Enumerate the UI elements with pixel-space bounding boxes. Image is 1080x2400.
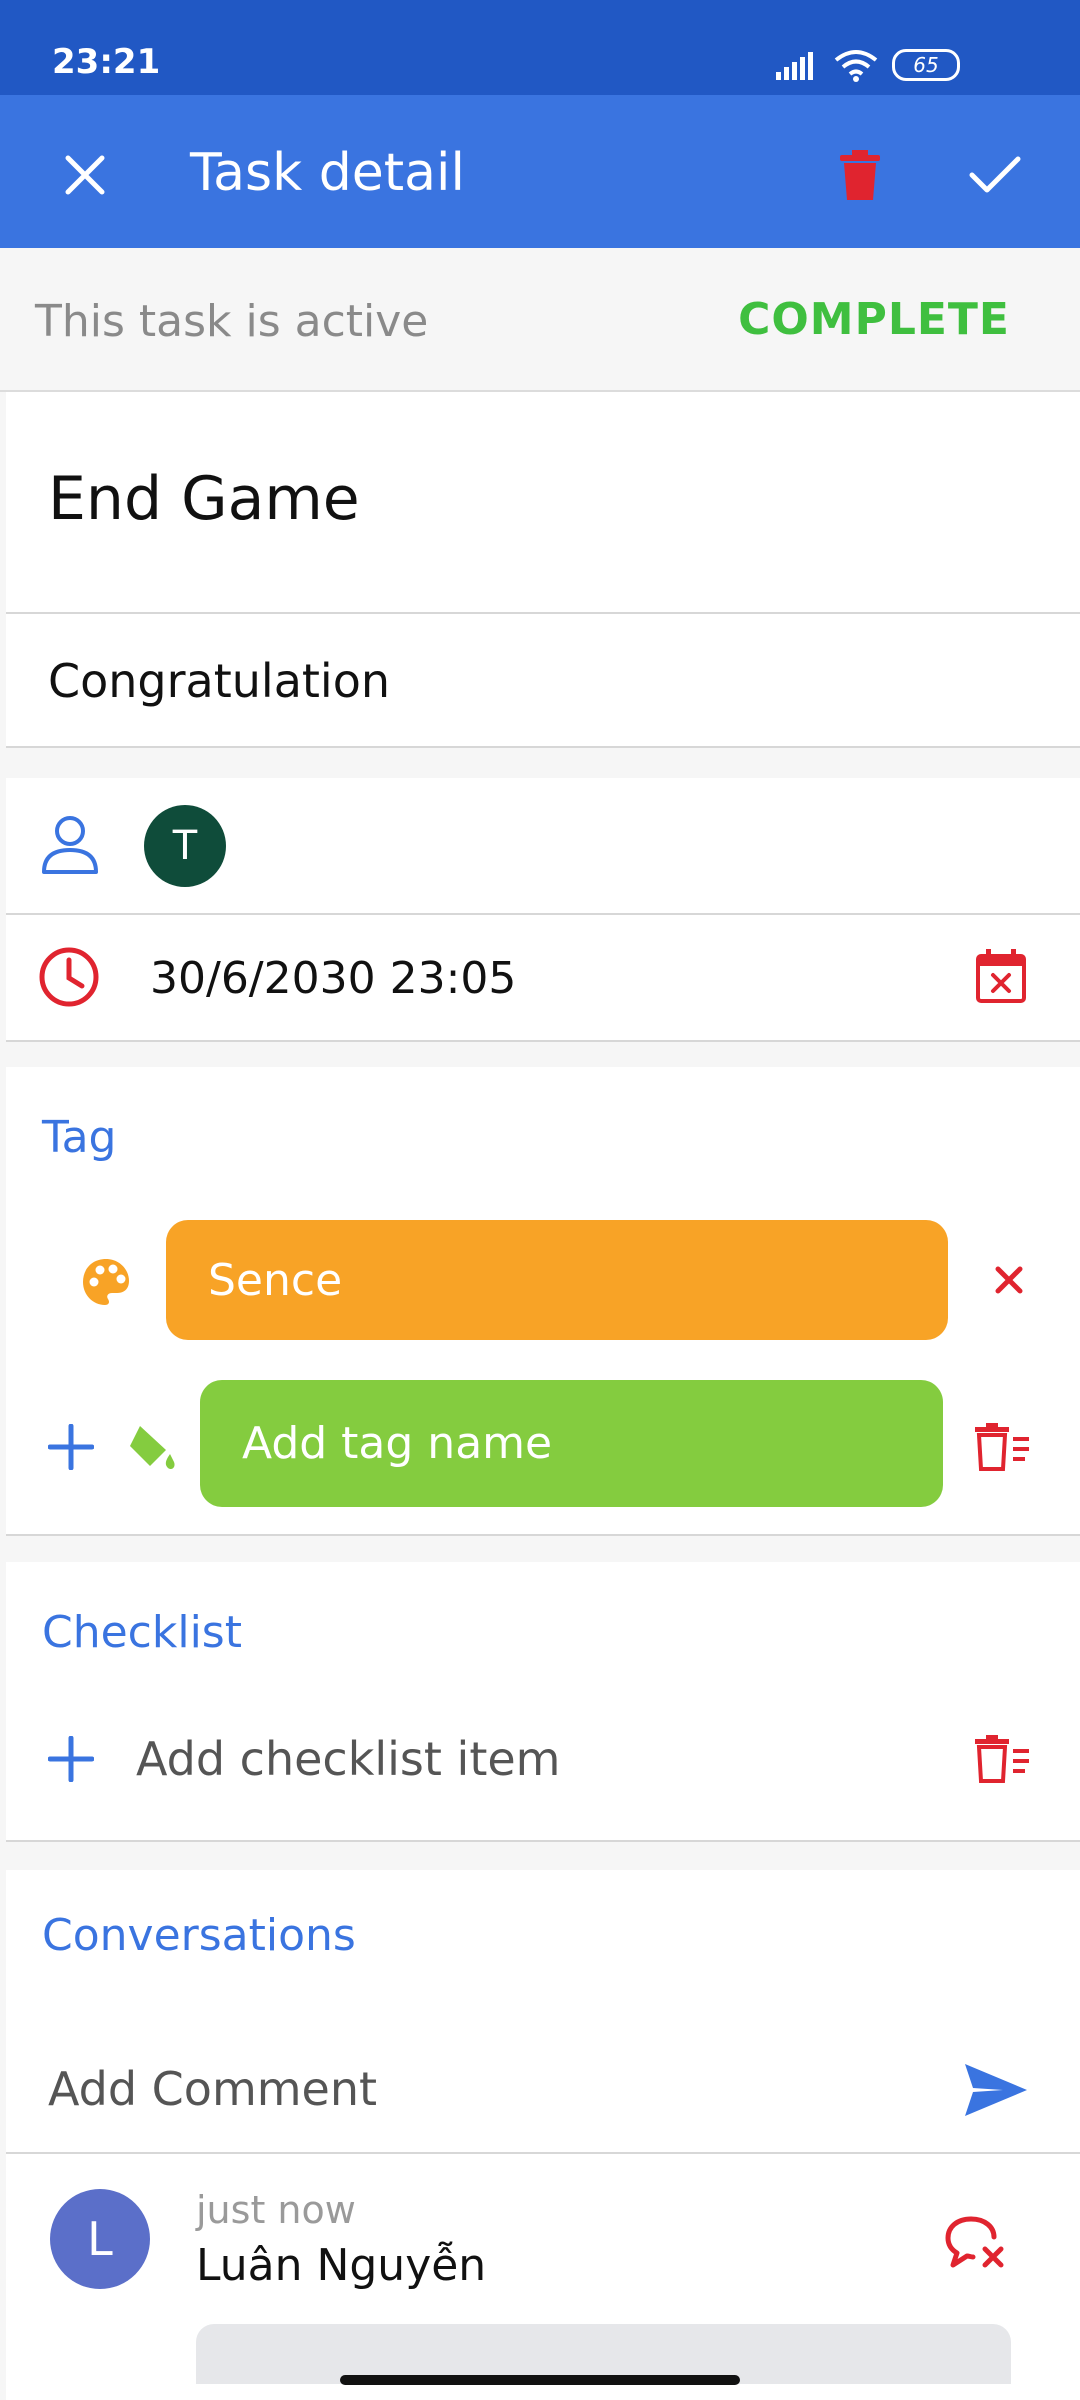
complete-button[interactable]: COMPLETE xyxy=(738,294,1010,345)
delete-tags-button[interactable] xyxy=(968,1412,1038,1482)
comment-author: Luân Nguyễn xyxy=(196,2240,487,2291)
close-icon xyxy=(65,155,105,195)
palette-icon xyxy=(83,1259,129,1305)
calendar-remove-icon xyxy=(976,949,1026,1003)
status-time: 23:21 xyxy=(52,42,161,82)
clock-icon xyxy=(39,947,99,1007)
task-title: End Game xyxy=(48,464,360,534)
signal-icon xyxy=(776,52,813,80)
new-tag-input[interactable]: Add tag name xyxy=(200,1380,943,1507)
trash-icon xyxy=(840,150,880,200)
status-bar: 23:21 65 xyxy=(0,0,1080,95)
plus-icon xyxy=(48,1736,94,1782)
task-title-field[interactable]: End Game xyxy=(6,392,1080,612)
due-date-row[interactable]: 30/6/2030 23:05 xyxy=(6,915,1080,1040)
task-status-bar: This task is active COMPLETE xyxy=(0,248,1080,392)
divider xyxy=(6,1534,1080,1536)
divider xyxy=(6,1840,1080,1842)
delete-task-button[interactable] xyxy=(825,140,895,210)
delete-list-icon xyxy=(975,1423,1029,1471)
task-status-text: This task is active xyxy=(35,296,429,347)
battery-icon: 65 xyxy=(892,49,960,81)
paint-bucket-icon xyxy=(130,1426,175,1470)
tag-color-button[interactable] xyxy=(78,1254,134,1310)
person-icon xyxy=(42,816,98,874)
plus-icon xyxy=(48,1424,94,1470)
add-tag-button[interactable] xyxy=(36,1412,106,1482)
assignee-avatar[interactable]: T xyxy=(144,805,226,887)
checklist-input[interactable]: Add checklist item xyxy=(136,1732,560,1786)
comment-avatar: L xyxy=(50,2189,150,2289)
divider xyxy=(6,746,1080,748)
divider xyxy=(6,1040,1080,1042)
conversations-section: Conversations Add Comment L just now Luâ… xyxy=(6,1870,1080,2400)
comment-input[interactable]: Add Comment xyxy=(48,2062,377,2116)
checklist-section: Checklist Add checklist item xyxy=(6,1562,1080,1840)
page-title: Task detail xyxy=(190,143,465,203)
due-date: 30/6/2030 23:05 xyxy=(150,953,517,1004)
comment-time: just now xyxy=(196,2188,356,2232)
new-tag-placeholder: Add tag name xyxy=(242,1418,553,1469)
check-icon xyxy=(969,156,1021,193)
task-description: Congratulation xyxy=(48,654,390,708)
tag-section: Tag Sence Add tag name xyxy=(6,1067,1080,1534)
close-button[interactable] xyxy=(50,140,120,210)
divider xyxy=(6,2152,1080,2154)
delete-list-icon xyxy=(975,1735,1029,1783)
delete-checklist-button[interactable] xyxy=(968,1724,1038,1794)
comment-remove-icon xyxy=(945,2216,1004,2268)
conversations-section-label: Conversations xyxy=(42,1910,356,1961)
task-description-field[interactable]: Congratulation xyxy=(6,614,1080,746)
new-tag-color-button[interactable] xyxy=(122,1419,182,1479)
app-bar: Task detail xyxy=(0,95,1080,248)
home-indicator[interactable] xyxy=(340,2375,740,2385)
tag-section-label: Tag xyxy=(42,1112,117,1163)
remove-tag-button[interactable] xyxy=(981,1252,1037,1308)
status-icons: 65 xyxy=(776,48,960,82)
battery-level: 65 xyxy=(913,53,939,77)
wifi-icon xyxy=(834,50,878,82)
tag-chip-label: Sence xyxy=(208,1254,343,1306)
send-comment-button[interactable] xyxy=(956,2050,1036,2130)
tag-chip[interactable]: Sence xyxy=(166,1220,948,1340)
close-icon xyxy=(995,1266,1023,1294)
checklist-section-label: Checklist xyxy=(42,1607,242,1658)
send-icon xyxy=(965,2064,1027,2116)
delete-comment-button[interactable] xyxy=(941,2208,1011,2278)
save-task-button[interactable] xyxy=(960,140,1030,210)
assignee-row[interactable]: T xyxy=(6,778,1080,913)
add-checklist-button[interactable] xyxy=(36,1724,106,1794)
clear-date-button[interactable] xyxy=(966,941,1036,1011)
